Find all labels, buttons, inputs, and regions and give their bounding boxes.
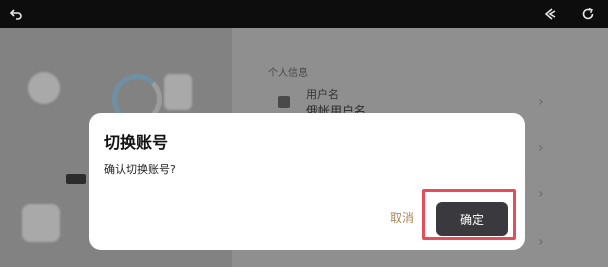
tag-icon bbox=[66, 174, 86, 184]
cancel-button[interactable]: 取消 bbox=[390, 209, 414, 226]
undo-arrow-icon[interactable] bbox=[6, 4, 26, 24]
app-icon bbox=[22, 204, 60, 242]
highlight-box bbox=[422, 189, 516, 240]
section-title: 个人信息 bbox=[268, 68, 308, 79]
avatar-icon bbox=[28, 72, 60, 104]
chevron-right-icon[interactable]: › bbox=[538, 140, 544, 156]
top-toolbar bbox=[0, 0, 608, 28]
dialog-title: 切换账号 bbox=[104, 133, 169, 152]
refresh-icon[interactable] bbox=[578, 4, 598, 24]
chevron-right-icon[interactable]: › bbox=[538, 234, 544, 250]
dialog-message: 确认切换账号? bbox=[104, 163, 176, 176]
user-card-icon bbox=[278, 96, 290, 108]
chevron-right-icon[interactable]: › bbox=[538, 186, 544, 202]
app-icon bbox=[164, 74, 192, 110]
row-label: 用户名 bbox=[306, 88, 339, 101]
chevron-right-icon[interactable]: › bbox=[538, 94, 544, 110]
collapse-arrow-icon[interactable] bbox=[540, 4, 560, 24]
